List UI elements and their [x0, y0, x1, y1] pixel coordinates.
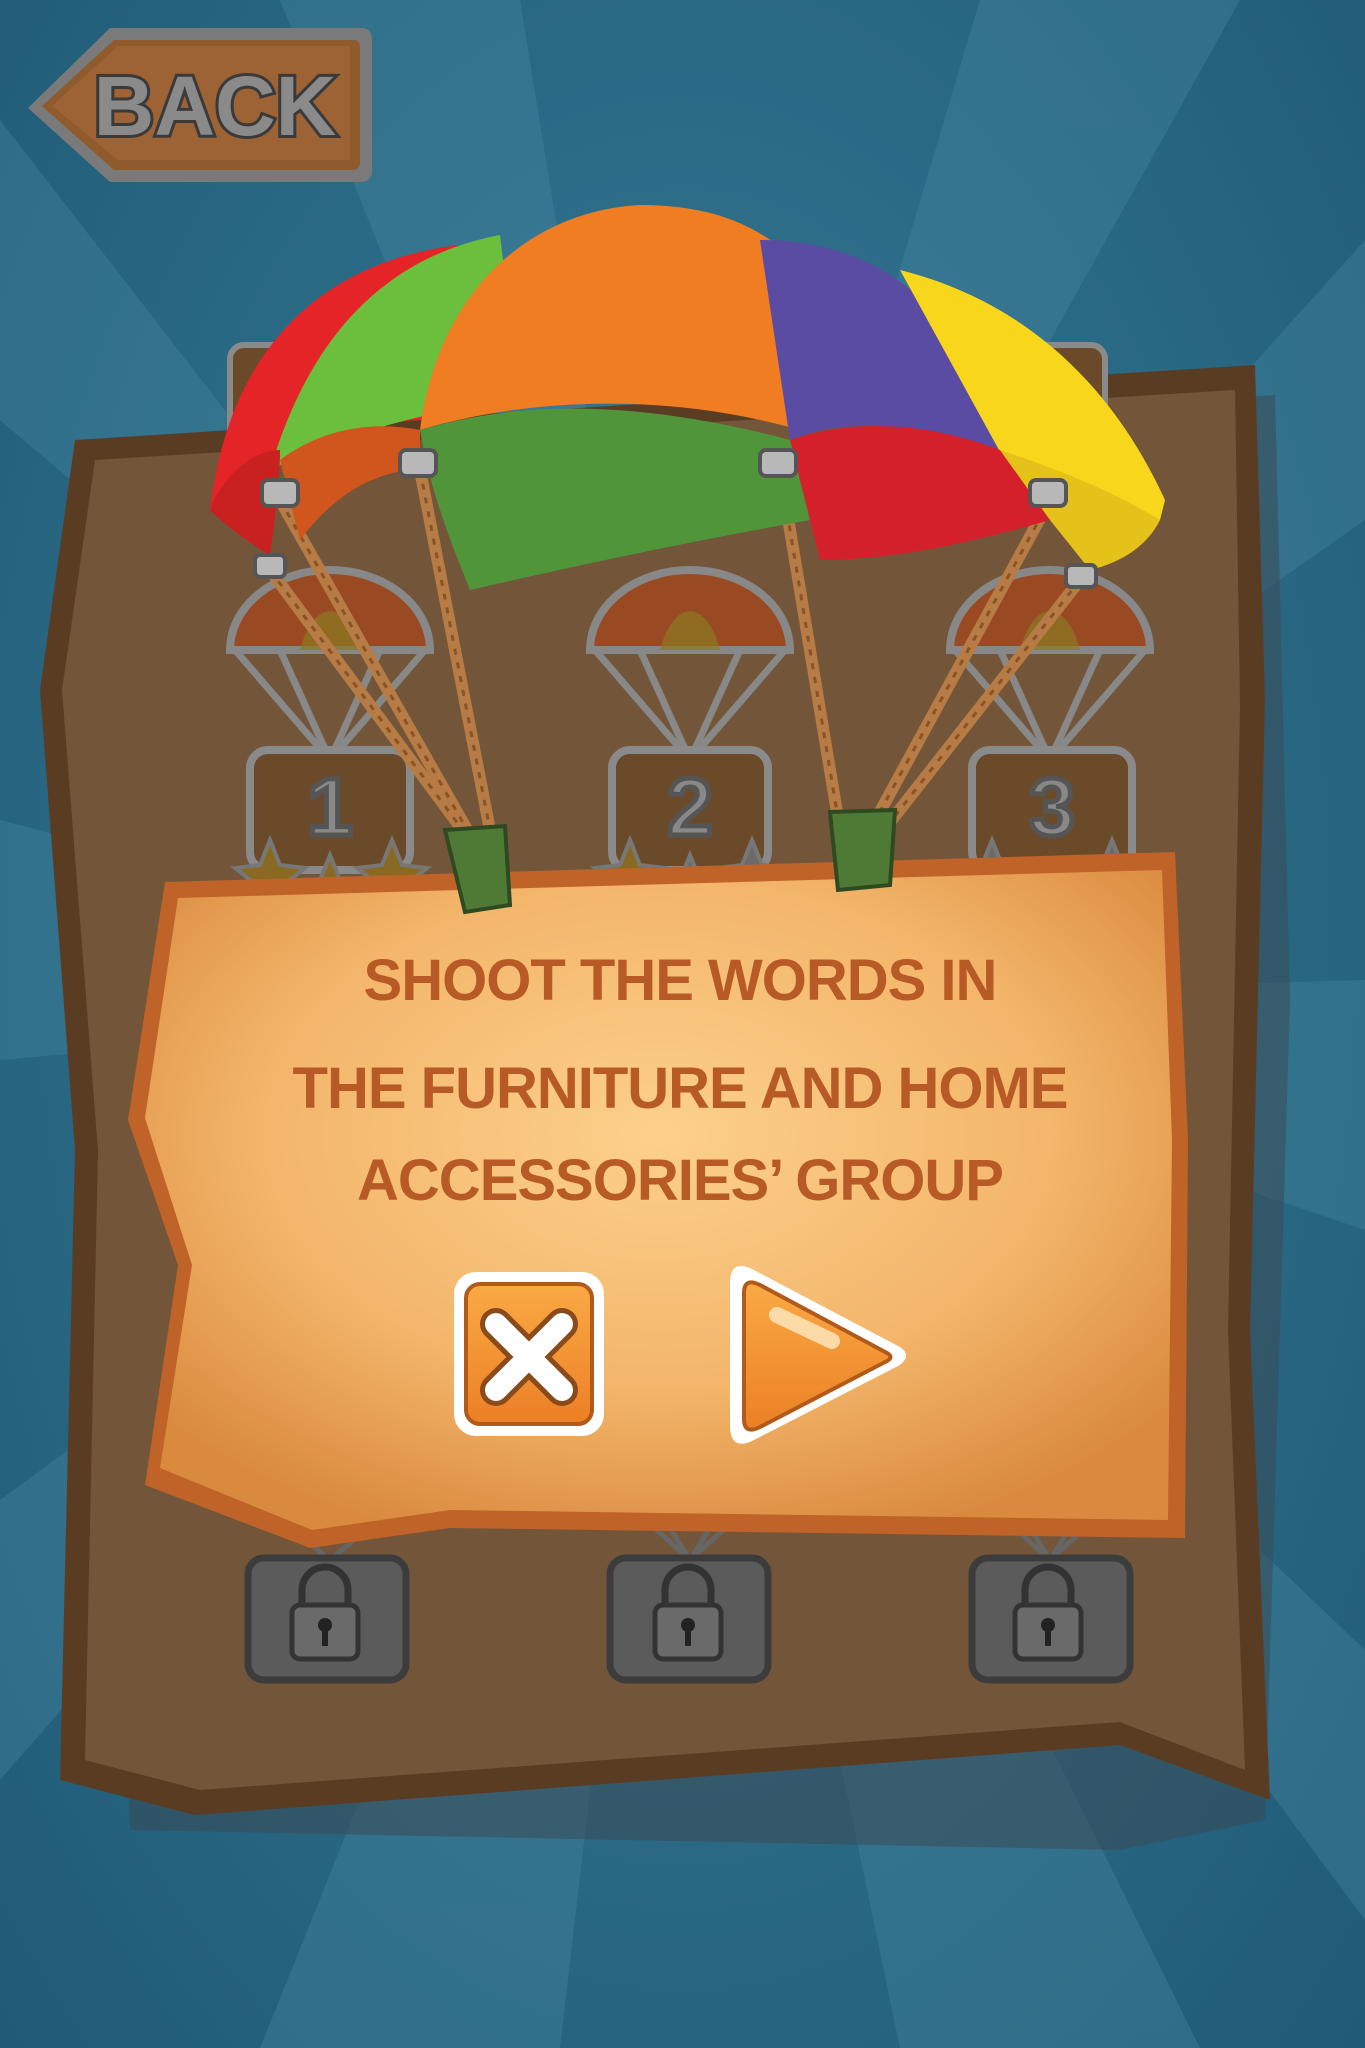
- dialog-line-2: THE FURNITURE AND HOME: [292, 1056, 1069, 1121]
- dialog-line-1: SHOOT THE WORDS IN: [363, 948, 998, 1013]
- play-button[interactable]: [722, 1255, 912, 1450]
- parachute-hook-left: [442, 823, 513, 915]
- dialog-line-3: ACCESSORIES’ GROUP: [357, 1148, 1004, 1213]
- dialog-message: SHOOT THE WORDS IN THE FURNITURE AND HOM…: [130, 935, 1230, 1227]
- parachute-hook-right: [827, 807, 898, 893]
- close-button[interactable]: [450, 1268, 610, 1440]
- back-label: BACK: [94, 59, 337, 153]
- back-button[interactable]: BACK: [20, 20, 375, 190]
